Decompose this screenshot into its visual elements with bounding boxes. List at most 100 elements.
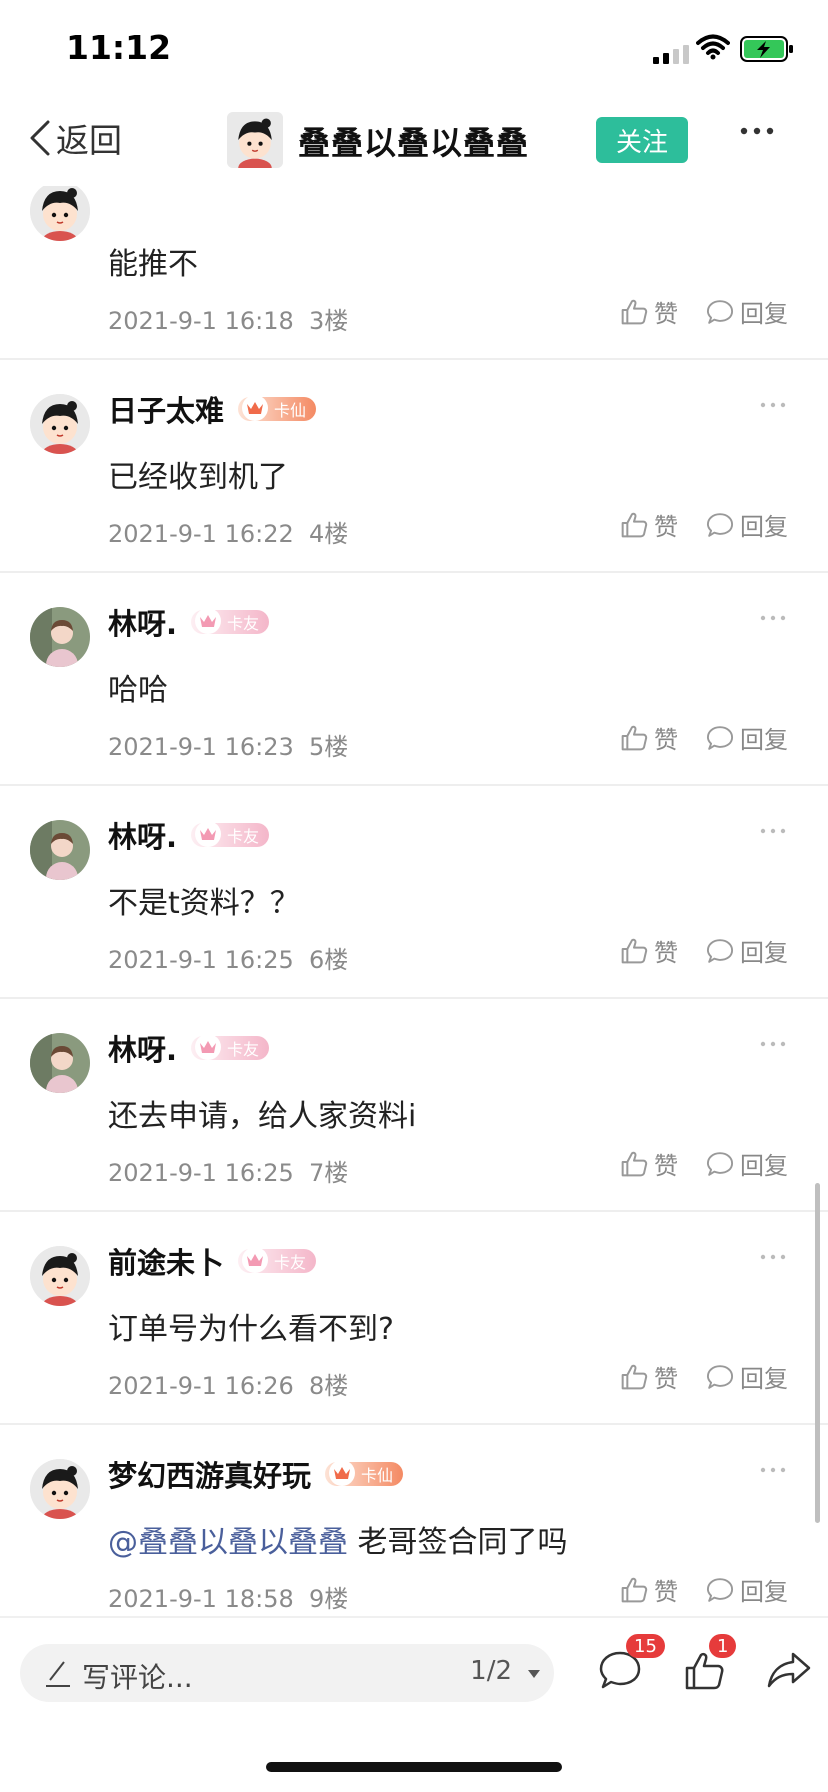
photo-avatar-icon xyxy=(30,820,90,880)
cartoon-avatar-icon xyxy=(30,394,90,454)
comment-more-icon[interactable] xyxy=(760,828,786,834)
photo-avatar-icon xyxy=(30,1033,90,1093)
like-count-badge: 1 xyxy=(709,1634,737,1658)
author-avatar[interactable] xyxy=(227,112,283,168)
reply-button[interactable]: 回复 xyxy=(706,1359,788,1394)
like-button[interactable]: 赞 xyxy=(620,507,678,542)
reply-button[interactable]: 回复 xyxy=(706,1572,788,1607)
reply-button[interactable]: 回复 xyxy=(706,1146,788,1181)
comment-count-badge: 15 xyxy=(626,1634,665,1658)
comment-input[interactable]: 写评论... 1/2 xyxy=(20,1644,554,1702)
nav-bar: 返回 叠叠以叠以叠叠 关注 xyxy=(0,96,828,186)
avatar[interactable] xyxy=(30,394,90,454)
mention-link[interactable]: @叠叠以叠以叠叠 xyxy=(108,1525,348,1560)
username-text: 前途未卜 xyxy=(108,1246,225,1280)
comment-date: 2021-9-1 16:26 xyxy=(108,1372,294,1400)
avatar[interactable] xyxy=(30,1033,90,1093)
status-bar: 11:12 xyxy=(0,0,828,96)
cartoon-avatar-icon xyxy=(30,186,90,241)
username-text: 林呀. xyxy=(108,607,178,641)
avatar[interactable] xyxy=(30,607,90,667)
comment-more-icon[interactable] xyxy=(760,1254,786,1260)
comment-more-icon[interactable] xyxy=(760,1467,786,1473)
comment-more-icon[interactable] xyxy=(760,615,786,621)
comment-date: 2021-9-1 16:25 xyxy=(108,1159,294,1187)
reply-button[interactable]: 回复 xyxy=(706,294,788,329)
comment-bubble-icon xyxy=(706,1577,734,1602)
comment-username[interactable]: 前途未卜 卡友 xyxy=(108,1240,317,1282)
page-indicator[interactable]: 1/2 xyxy=(470,1656,512,1686)
reply-button[interactable]: 回复 xyxy=(706,507,788,542)
reply-button[interactable]: 回复 xyxy=(706,933,788,968)
avatar[interactable] xyxy=(30,820,90,880)
comment-list[interactable]: 能推不 2021-9-1 16:18 3楼赞回复 日子太难 卡仙 已经收到机了 2021-… xyxy=(0,186,828,1616)
badge-label: 卡友 xyxy=(274,1253,307,1272)
like-post-button[interactable]: 1 xyxy=(683,1634,737,1696)
comment-item[interactable]: 林呀. 卡友 还去申请，给人家资料i 2021-9-1 16:25 7楼 赞 回复 xyxy=(0,999,828,1212)
crown-icon xyxy=(242,395,269,421)
avatar[interactable] xyxy=(30,1459,90,1519)
comment-more-icon[interactable] xyxy=(760,1041,786,1047)
thumbs-up-icon xyxy=(621,938,648,963)
avatar[interactable] xyxy=(30,186,90,241)
follow-button[interactable]: 关注 xyxy=(596,117,688,163)
username-text: 林呀. xyxy=(108,1033,178,1067)
comment-bubble-icon xyxy=(706,512,734,537)
share-button[interactable] xyxy=(766,1650,812,1694)
badge-label: 卡仙 xyxy=(361,1466,394,1485)
reply-button[interactable]: 回复 xyxy=(706,720,788,755)
comment-item[interactable]: 林呀. 卡友不是t资料？？ 2021-9-1 16:25 6楼 赞 回复 xyxy=(0,786,828,999)
comment-text: 能推不 xyxy=(108,239,198,283)
comment-floor: 3楼 xyxy=(309,307,349,335)
reply-label: 回复 xyxy=(740,1578,788,1606)
back-button[interactable]: 返回 xyxy=(28,114,122,162)
caret-down-icon[interactable] xyxy=(528,1670,540,1678)
comment-text: 不是t资料？？ xyxy=(108,878,300,922)
user-level-badge: 卡友 xyxy=(191,821,270,847)
comment-item[interactable]: 梦幻西游真好玩 卡仙 @叠叠以叠以叠叠 老哥签合同了吗 2021-9-1 18:58 … xyxy=(0,1425,828,1616)
badge-label: 卡友 xyxy=(227,614,260,633)
comment-bubble-icon xyxy=(706,938,734,963)
back-label: 返回 xyxy=(56,121,122,160)
comment-item[interactable]: 能推不 2021-9-1 16:18 3楼 赞 回复 xyxy=(0,186,828,360)
crown-icon xyxy=(195,1034,222,1060)
more-options-icon[interactable] xyxy=(740,126,774,136)
like-button[interactable]: 赞 xyxy=(620,1146,678,1181)
avatar[interactable] xyxy=(30,1246,90,1306)
comment-username[interactable]: 梦幻西游真好玩 卡仙 xyxy=(108,1453,404,1495)
home-indicator[interactable] xyxy=(266,1762,562,1772)
comment-text: @叠叠以叠以叠叠 老哥签合同了吗 xyxy=(108,1517,568,1561)
reply-label: 回复 xyxy=(740,300,788,328)
battery-charging-icon xyxy=(740,36,793,62)
comment-meta: 2021-9-1 16:25 6楼 xyxy=(108,940,348,975)
like-button[interactable]: 赞 xyxy=(620,1572,678,1607)
cartoon-avatar-icon xyxy=(30,1246,90,1306)
comment-username[interactable]: 林呀. 卡友 xyxy=(108,601,270,643)
reply-label: 回复 xyxy=(740,513,788,541)
comment-text: 订单号为什么看不到? xyxy=(108,1304,394,1348)
like-button[interactable]: 赞 xyxy=(620,294,678,329)
comment-text: 已经收到机了 xyxy=(108,452,288,496)
comment-meta: 2021-9-1 18:58 9楼 xyxy=(108,1579,348,1614)
comment-more-icon[interactable] xyxy=(760,402,786,408)
reply-label: 回复 xyxy=(740,939,788,967)
comment-username[interactable]: 林呀. 卡友 xyxy=(108,814,270,856)
comment-date: 2021-9-1 16:22 xyxy=(108,520,294,548)
like-label: 赞 xyxy=(654,513,678,541)
comments-button[interactable]: 15 xyxy=(598,1634,665,1694)
comment-item[interactable]: 林呀. 卡友 哈哈 2021-9-1 16:23 5楼 赞 回复 xyxy=(0,573,828,786)
like-button[interactable]: 赞 xyxy=(620,720,678,755)
scrollbar[interactable] xyxy=(815,1183,820,1523)
user-level-badge: 卡仙 xyxy=(238,395,317,421)
comment-item[interactable]: 日子太难 卡仙 已经收到机了 2021-9-1 16:22 4楼 赞 回复 xyxy=(0,360,828,573)
chevron-left-icon xyxy=(30,120,50,156)
comment-body: 订单号为什么看不到? xyxy=(108,1312,394,1347)
comment-bubble-icon xyxy=(706,1151,734,1176)
comment-username[interactable]: 日子太难 卡仙 xyxy=(108,388,317,430)
like-button[interactable]: 赞 xyxy=(620,933,678,968)
like-button[interactable]: 赞 xyxy=(620,1359,678,1394)
comment-username[interactable]: 林呀. 卡友 xyxy=(108,1027,270,1069)
status-time: 11:12 xyxy=(66,28,172,67)
thumbs-up-icon xyxy=(621,1577,648,1602)
comment-item[interactable]: 前途未卜 卡友 订单号为什么看不到? 2021-9-1 16:26 8楼 赞 回复 xyxy=(0,1212,828,1425)
